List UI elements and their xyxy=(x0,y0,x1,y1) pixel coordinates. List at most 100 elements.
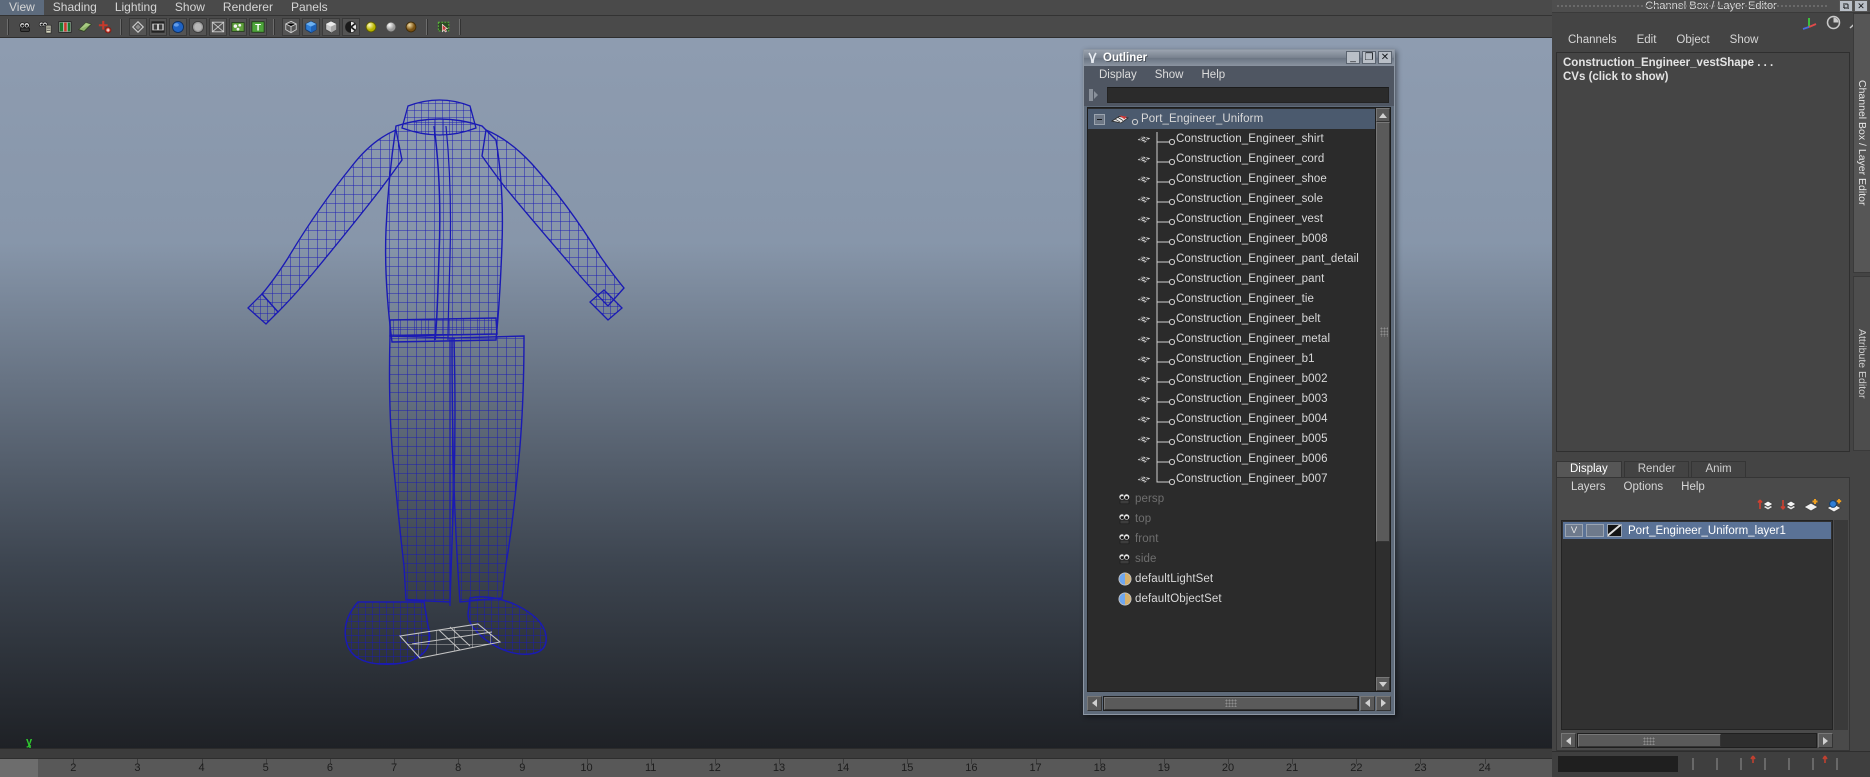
outliner-item[interactable]: Construction_Engineer_b003 xyxy=(1088,389,1375,412)
scroll-up-button[interactable] xyxy=(1376,108,1390,122)
hscroll-track[interactable] xyxy=(1103,695,1359,711)
outliner-item[interactable]: defaultObjectSet xyxy=(1088,589,1375,609)
layer-tab-render[interactable]: Render xyxy=(1623,461,1690,477)
outliner-item[interactable]: Construction_Engineer_b004 xyxy=(1088,409,1375,432)
smooth-shade-all-icon[interactable] xyxy=(302,17,320,36)
shadows-icon[interactable] xyxy=(402,18,420,36)
close-button[interactable]: ✕ xyxy=(1378,51,1392,64)
outliner-item[interactable]: Construction_Engineer_b006 xyxy=(1088,449,1375,472)
layer-move-down-icon[interactable] xyxy=(1780,498,1797,513)
layer-menu-layers[interactable]: Layers xyxy=(1562,481,1615,493)
timeline-frame-number[interactable]: 4 xyxy=(199,762,205,774)
channel-menu-edit[interactable]: Edit xyxy=(1627,34,1667,46)
layer-list[interactable]: V Port_Engineer_Uniform_layer1 xyxy=(1561,520,1833,730)
timeline-frame-number[interactable]: 15 xyxy=(901,762,913,774)
layer-list-horizontal-scrollbar[interactable] xyxy=(1561,733,1833,748)
hscroll-left-button-2[interactable] xyxy=(1360,695,1375,711)
outliner-item[interactable]: Construction_Engineer_belt xyxy=(1088,309,1375,332)
filter-icon[interactable] xyxy=(1087,87,1103,103)
outliner-item[interactable]: Construction_Engineer_b1 xyxy=(1088,349,1375,372)
viewport-menu-show[interactable]: Show xyxy=(166,0,214,15)
timeline-frame-number[interactable]: 7 xyxy=(391,762,397,774)
wireframe-shading-icon[interactable] xyxy=(282,17,300,36)
outliner-item[interactable]: Construction_Engineer_b002 xyxy=(1088,369,1375,392)
xray-joints-icon[interactable] xyxy=(229,17,247,36)
timeline-frame-number[interactable]: 22 xyxy=(1350,762,1362,774)
outliner-titlebar[interactable]: Outliner _ ❐ ✕ xyxy=(1084,50,1394,66)
tab-attribute-editor[interactable]: Attribute Editor xyxy=(1853,276,1870,451)
smooth-shade-selected-icon[interactable] xyxy=(322,17,340,36)
outliner-item[interactable]: Construction_Engineer_cord xyxy=(1088,149,1375,172)
playback-field[interactable] xyxy=(1558,756,1678,772)
wireframe-on-shaded-icon[interactable] xyxy=(342,17,360,36)
outliner-item[interactable]: Construction_Engineer_sole xyxy=(1088,189,1375,212)
timeline-frame-number[interactable]: 14 xyxy=(837,762,849,774)
channel-menu-object[interactable]: Object xyxy=(1666,34,1719,46)
outliner-item[interactable]: Construction_Engineer_shirt xyxy=(1088,129,1375,152)
film-gate-icon[interactable] xyxy=(149,17,167,36)
scroll-track[interactable] xyxy=(1376,122,1390,677)
drag-handle-dots-left[interactable] xyxy=(1556,4,1706,9)
layer-hscroll-track[interactable] xyxy=(1577,733,1817,748)
maximize-button[interactable]: ❐ xyxy=(1362,51,1376,64)
outliner-item[interactable]: Construction_Engineer_pant_detail xyxy=(1088,249,1375,272)
viewport-menu-panels[interactable]: Panels xyxy=(282,0,337,15)
hscroll-thumb[interactable] xyxy=(1104,696,1358,710)
timeline-frame-number[interactable]: 23 xyxy=(1414,762,1426,774)
layer-menu-help[interactable]: Help xyxy=(1672,481,1714,493)
timeline-frame-number[interactable]: 12 xyxy=(709,762,721,774)
outliner-tree[interactable]: Port_Engineer_Uniform Construction_Engine… xyxy=(1088,108,1375,691)
resolution-gate-icon[interactable] xyxy=(169,17,187,36)
layer-hscroll-right[interactable] xyxy=(1818,733,1833,748)
timeline-frame-number[interactable]: 13 xyxy=(773,762,785,774)
outliner-item[interactable]: front xyxy=(1088,529,1375,549)
minimize-button[interactable]: _ xyxy=(1346,51,1360,64)
camera-attributes-icon[interactable] xyxy=(36,18,54,36)
scroll-down-button[interactable] xyxy=(1376,677,1390,691)
drag-handle-dots-right[interactable] xyxy=(1708,4,1828,9)
outliner-item[interactable]: Construction_Engineer_shoe xyxy=(1088,169,1375,192)
outliner-menu-help[interactable]: Help xyxy=(1193,69,1235,81)
timeline[interactable]: 2 3 4 5 6 7 8 9 10 11 12 13 14 15 16 17 18 19 20 21 22 23 24 xyxy=(0,758,1552,777)
timeline-frame-number[interactable]: 18 xyxy=(1094,762,1106,774)
outliner-item[interactable]: Construction_Engineer_metal xyxy=(1088,329,1375,352)
outliner-item[interactable]: Construction_Engineer_vest xyxy=(1088,209,1375,232)
tab-channel-box-layer-editor[interactable]: Channel Box / Layer Editor xyxy=(1853,13,1870,273)
isolate-select-icon[interactable] xyxy=(435,18,453,36)
outliner-item[interactable]: Construction_Engineer_tie xyxy=(1088,289,1375,312)
hscroll-right-button[interactable] xyxy=(1376,695,1391,711)
hscroll-left-button[interactable] xyxy=(1087,695,1102,711)
outliner-horizontal-scrollbar[interactable] xyxy=(1087,694,1391,712)
layer-type-swatch[interactable] xyxy=(1607,524,1622,537)
new-layer-from-selected-icon[interactable] xyxy=(1826,498,1843,513)
outliner-item[interactable]: defaultLightSet xyxy=(1088,569,1375,589)
two-d-pan-zoom-icon[interactable] xyxy=(96,18,114,36)
timeline-frame-number[interactable]: 16 xyxy=(965,762,977,774)
timeline-frame-number[interactable]: 5 xyxy=(263,762,269,774)
search-input[interactable] xyxy=(1107,87,1389,103)
text-overlay-icon[interactable]: T xyxy=(249,17,267,36)
layer-menu-options[interactable]: Options xyxy=(1615,481,1673,493)
timeline-frame-number[interactable]: 10 xyxy=(580,762,592,774)
outliner-item[interactable]: persp xyxy=(1088,489,1375,509)
timeline-frame-number[interactable]: 2 xyxy=(70,762,76,774)
clock-icon[interactable] xyxy=(1826,15,1841,30)
new-layer-icon[interactable] xyxy=(1803,498,1820,513)
range-slider-icon[interactable] xyxy=(1687,754,1857,774)
timeline-frame-number[interactable]: 8 xyxy=(455,762,461,774)
layer-playback-toggle[interactable] xyxy=(1586,524,1604,537)
select-camera-icon[interactable] xyxy=(16,18,34,36)
timeline-frame-number[interactable]: 11 xyxy=(645,762,656,774)
outliner-item[interactable]: Construction_Engineer_b008 xyxy=(1088,229,1375,252)
timeline-frame-number[interactable]: 3 xyxy=(134,762,140,774)
layer-move-up-icon[interactable] xyxy=(1757,498,1774,513)
layer-tab-anim[interactable]: Anim xyxy=(1691,461,1746,477)
outliner-item[interactable]: Construction_Engineer_b005 xyxy=(1088,429,1375,452)
undock-button[interactable]: ⧉ xyxy=(1839,0,1853,12)
gate-mask-icon[interactable] xyxy=(189,17,207,36)
bookmark-icon[interactable] xyxy=(56,18,74,36)
xray-icon[interactable] xyxy=(209,17,227,36)
layer-list-vertical-scrollbar[interactable] xyxy=(1834,520,1848,730)
move-axis-icon[interactable] xyxy=(1801,15,1819,30)
layer-row[interactable]: V Port_Engineer_Uniform_layer1 xyxy=(1563,522,1831,539)
